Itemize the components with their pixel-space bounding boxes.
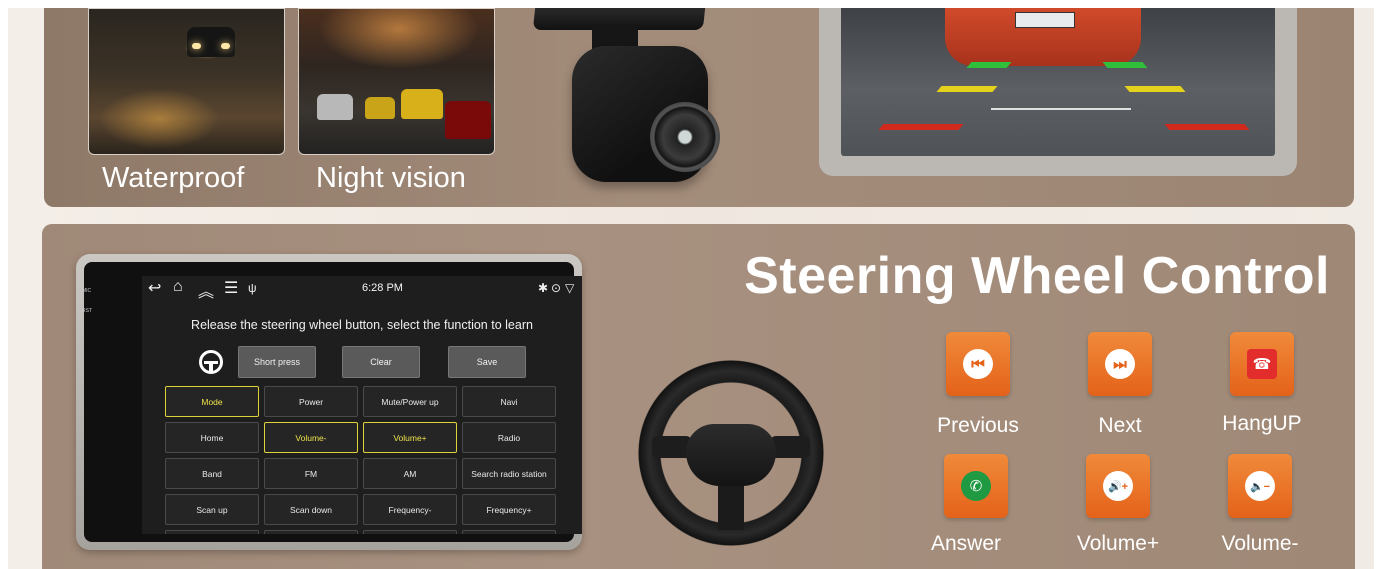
function-scan-down[interactable]: Scan down <box>264 494 358 525</box>
function-row-partial <box>462 530 556 534</box>
steering-wheel-icon <box>199 350 223 374</box>
steering-wheel-control-title: Steering Wheel Control <box>744 247 1330 305</box>
answer-label: Answer <box>930 532 1002 555</box>
function-search-radio-station[interactable]: Search radio station <box>462 458 556 489</box>
function-navi[interactable]: Navi <box>462 386 556 417</box>
product-banner: Waterproof Night vision MIC RST ↩ ⌂ ︽ ☰ … <box>8 8 1374 569</box>
camera-lens <box>650 102 720 172</box>
next-label: Next <box>1098 414 1142 437</box>
steering-wheel-image <box>638 360 824 546</box>
volume-up-icon: 🔊+ <box>1086 454 1150 518</box>
save-button[interactable]: Save <box>448 346 526 378</box>
steering-wheel-panel: MIC RST ↩ ⌂ ︽ ☰ ψ 6:28 PM ✱ ⊙ ▽ Release … <box>42 224 1355 569</box>
waterproof-caption: Waterproof <box>102 162 245 194</box>
double-chevron-up-icon[interactable]: ︽ <box>198 278 214 302</box>
hangup-label: HangUP <box>1222 412 1302 435</box>
function-mute-power-up[interactable]: Mute/Power up <box>363 386 457 417</box>
function-radio[interactable]: Radio <box>462 422 556 453</box>
volume-up-label: Volume+ <box>1076 532 1160 555</box>
backup-camera <box>572 46 720 182</box>
head-unit-device: MIC RST ↩ ⌂ ︽ ☰ ψ 6:28 PM ✱ ⊙ ▽ Release … <box>76 254 582 550</box>
hang-up-icon: ☎ <box>1230 332 1294 396</box>
function-volume-down[interactable]: Volume- <box>264 422 358 453</box>
answer-call-icon: ✆ <box>944 454 1008 518</box>
function-volume-up[interactable]: Volume+ <box>363 422 457 453</box>
status-bar: ↩ ⌂ ︽ ☰ ψ 6:28 PM ✱ ⊙ ▽ <box>142 276 582 302</box>
home-icon[interactable]: ⌂ <box>173 278 183 296</box>
function-power[interactable]: Power <box>264 386 358 417</box>
volume-down-label: Volume- <box>1221 532 1299 555</box>
bluetooth-icon: ✱ <box>538 281 549 295</box>
rear-view-monitor <box>819 8 1297 176</box>
next-icon: ⏭ <box>1088 332 1152 396</box>
head-unit-screen: ↩ ⌂ ︽ ☰ ψ 6:28 PM ✱ ⊙ ▽ Release the stee… <box>142 276 582 534</box>
previous-label: Previous <box>937 414 1019 437</box>
wifi-icon: ▽ <box>565 281 575 295</box>
function-grid: Mode Power Mute/Power up Navi Home Volum… <box>165 386 556 534</box>
mic-label: MIC <box>82 288 92 294</box>
usb-icon: ψ <box>248 281 257 295</box>
function-frequency-down[interactable]: Frequency- <box>363 494 457 525</box>
parked-car <box>945 8 1141 66</box>
function-row-partial <box>264 530 358 534</box>
function-am[interactable]: AM <box>363 458 457 489</box>
rear-view-screen <box>841 8 1275 156</box>
function-home[interactable]: Home <box>165 422 259 453</box>
previous-icon: ⏮ <box>946 332 1010 396</box>
location-icon: ⊙ <box>551 281 562 295</box>
function-mode[interactable]: Mode <box>165 386 259 417</box>
function-row-partial <box>363 530 457 534</box>
function-fm[interactable]: FM <box>264 458 358 489</box>
short-press-button[interactable]: Short press <box>238 346 316 378</box>
menu-icon[interactable]: ☰ <box>224 278 238 298</box>
function-row-partial <box>165 530 259 534</box>
night-traffic-photo <box>298 8 495 155</box>
back-icon[interactable]: ↩ <box>148 278 161 298</box>
rain-photo <box>88 8 285 155</box>
learn-instruction: Release the steering wheel button, selec… <box>191 318 533 332</box>
camera-features-panel: Waterproof Night vision <box>44 8 1354 207</box>
volume-down-icon: 🔈− <box>1228 454 1292 518</box>
function-band[interactable]: Band <box>165 458 259 489</box>
function-scan-up[interactable]: Scan up <box>165 494 259 525</box>
rst-label: RST <box>82 308 92 314</box>
clear-button[interactable]: Clear <box>342 346 420 378</box>
night-vision-caption: Night vision <box>316 162 466 194</box>
status-time: 6:28 PM <box>362 282 403 294</box>
function-frequency-up[interactable]: Frequency+ <box>462 494 556 525</box>
